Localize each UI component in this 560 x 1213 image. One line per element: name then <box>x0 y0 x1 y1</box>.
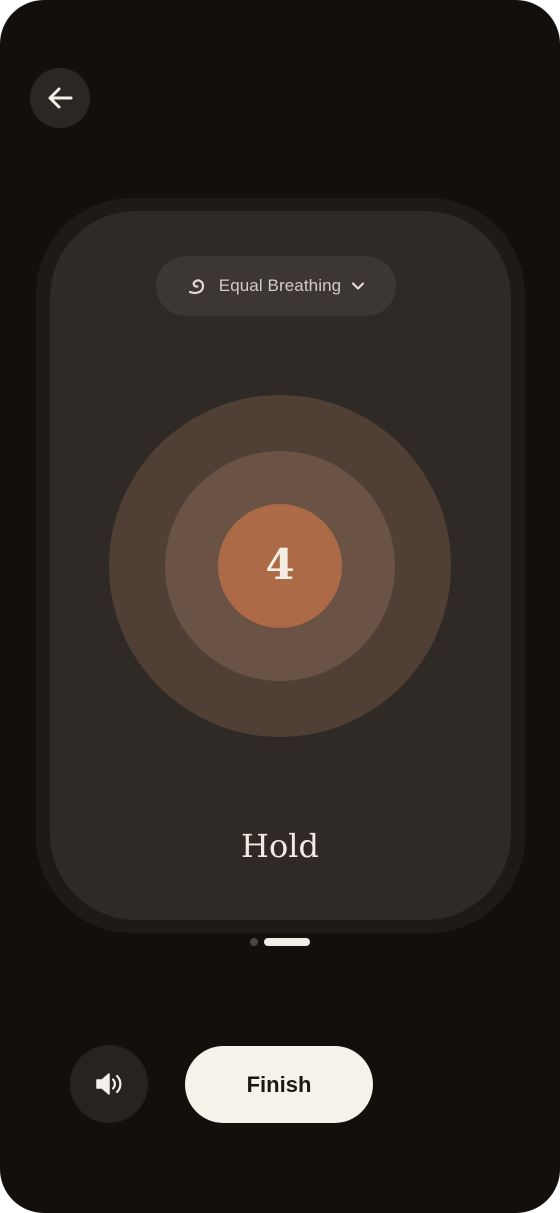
speaker-volume-icon <box>96 1073 122 1095</box>
breath-ring-core: 4 <box>218 504 342 628</box>
pager-dot-1[interactable] <box>250 938 258 946</box>
breathing-pattern-selector[interactable]: Equal Breathing <box>156 256 396 316</box>
breathing-pattern-label: Equal Breathing <box>218 276 342 295</box>
breath-swirl-icon <box>188 279 204 294</box>
chevron-down-icon <box>352 282 365 290</box>
back-button[interactable] <box>30 68 90 128</box>
arrow-left-icon <box>48 87 73 109</box>
breath-count: 4 <box>265 540 295 589</box>
pager-dot-2-active[interactable] <box>264 938 310 946</box>
finish-button[interactable]: Finish <box>185 1046 373 1123</box>
breath-phase-label: Hold <box>241 827 319 865</box>
breathing-screen: Equal Breathing 4 Hold Finish <box>0 0 560 1213</box>
sound-toggle-button[interactable] <box>70 1045 148 1123</box>
